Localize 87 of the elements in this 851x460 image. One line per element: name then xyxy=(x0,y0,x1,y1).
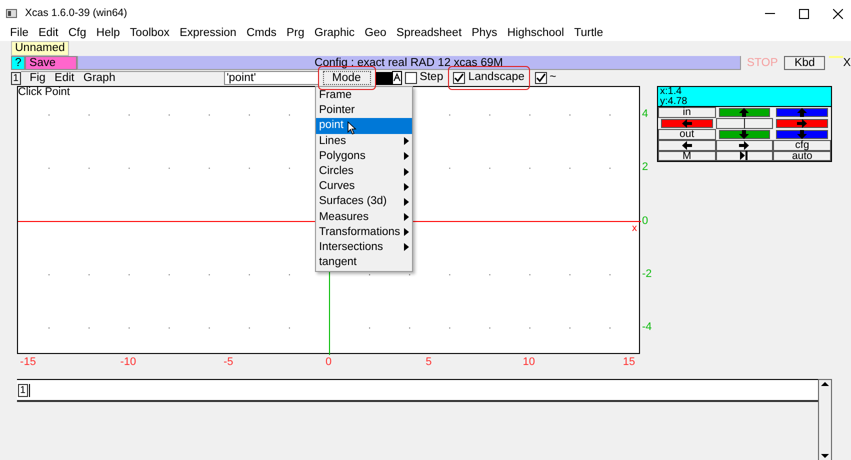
command-input[interactable]: 1 xyxy=(17,380,818,402)
menu-item[interactable]: Curves xyxy=(316,179,412,194)
close-icon[interactable] xyxy=(833,8,843,18)
menu-item[interactable]: Intersections xyxy=(316,240,412,256)
font-icon[interactable] xyxy=(392,71,403,85)
x-tick-label: -15 xyxy=(20,356,36,370)
scroll-up-icon[interactable] xyxy=(819,380,831,388)
arrow-button[interactable] xyxy=(718,108,770,117)
coordinate-text: x:1.4 xyxy=(660,87,683,96)
menu-item[interactable]: Graph xyxy=(74,72,116,86)
axis-label: x xyxy=(632,222,637,234)
menu-item[interactable]: tangent xyxy=(316,255,412,270)
checkbox[interactable] xyxy=(404,72,417,84)
menu-item[interactable]: Cfg xyxy=(63,27,92,41)
x-tick-label: -10 xyxy=(120,356,136,370)
checkbox[interactable] xyxy=(534,72,547,84)
maximize-icon[interactable] xyxy=(799,8,809,18)
down-arrow-icon xyxy=(796,130,808,139)
help-button[interactable]: ? xyxy=(11,56,26,70)
menu-item[interactable]: Highschool xyxy=(502,27,570,41)
control-button[interactable]: cfg xyxy=(773,140,831,150)
menu-item[interactable]: Geo xyxy=(360,27,392,41)
menu-item[interactable]: point xyxy=(316,118,412,134)
scroll-down-icon[interactable] xyxy=(819,452,831,460)
menu-item[interactable]: File xyxy=(5,27,34,41)
control-button[interactable]: auto xyxy=(773,150,831,161)
left-arrow-icon xyxy=(682,119,692,128)
menu-item[interactable]: Toolbox xyxy=(124,27,175,41)
menu-item[interactable]: Phys xyxy=(466,27,502,41)
y-tick-label: 4 xyxy=(642,108,648,122)
left-arrow-icon xyxy=(682,140,692,150)
app-icon xyxy=(6,9,17,18)
x-tick-label: 15 xyxy=(622,356,636,370)
level-number: 1 xyxy=(11,72,21,84)
control-button[interactable]: out xyxy=(658,129,716,140)
y-tick-label: -2 xyxy=(642,268,652,281)
menu-item[interactable]: Transformations xyxy=(316,224,412,240)
control-button[interactable]: in xyxy=(658,107,716,118)
menu-item[interactable]: Surfaces (3d) xyxy=(316,194,412,210)
arrow-button[interactable] xyxy=(658,140,716,150)
y-tick-label: -4 xyxy=(642,321,652,334)
window-title: Xcas 1.6.0-39 (win64) xyxy=(25,7,128,20)
checkbox-label[interactable]: ~ xyxy=(550,71,556,85)
mode-field[interactable]: 'point' xyxy=(224,71,319,85)
menu-item[interactable]: Help xyxy=(91,27,125,41)
menu-item[interactable]: Cmds xyxy=(241,27,282,41)
save-button[interactable]: Save xyxy=(25,56,77,70)
menu-item[interactable]: Polygons xyxy=(316,148,412,164)
checkbox-label[interactable]: Step xyxy=(420,71,444,85)
minimize-icon[interactable] xyxy=(765,12,775,14)
control-button[interactable]: M xyxy=(658,150,716,161)
arrow-button[interactable] xyxy=(716,140,774,150)
command-number: 1 xyxy=(18,384,28,396)
y-tick-label: 0 xyxy=(642,214,648,228)
menu-item[interactable]: Edit xyxy=(34,27,64,41)
menu-item[interactable]: Measures xyxy=(316,210,412,225)
keyboard-button[interactable]: Kbd xyxy=(784,56,826,70)
menu-item[interactable]: Turtle xyxy=(569,27,608,41)
x-tick-label: -5 xyxy=(223,356,234,370)
hint-text: Click Point xyxy=(18,86,70,100)
scrollbar[interactable] xyxy=(818,379,832,460)
menu-item[interactable]: Pointer xyxy=(316,103,412,118)
right-arrow-icon xyxy=(797,119,808,128)
x-tick-label: 0 xyxy=(325,356,332,370)
x-tick-label: 5 xyxy=(426,356,432,370)
menu-item[interactable]: Graphic xyxy=(309,27,360,41)
menu-item[interactable]: Spreadsheet xyxy=(391,27,467,41)
menu-item[interactable]: Fig xyxy=(20,72,46,86)
menu-item[interactable]: Edit xyxy=(46,72,74,86)
menu-item[interactable]: Lines xyxy=(316,134,412,149)
arrow-button[interactable] xyxy=(718,130,770,139)
right-arrow-icon xyxy=(739,140,750,150)
x-tick-label: 10 xyxy=(522,356,535,370)
checkbox[interactable] xyxy=(453,72,466,84)
menu-item[interactable]: Circles xyxy=(316,164,412,180)
mode-button[interactable]: Mode xyxy=(322,71,371,85)
down-arrow-icon xyxy=(738,130,750,139)
control-button[interactable]: | xyxy=(716,118,774,128)
menu-item[interactable]: Prg xyxy=(281,27,310,41)
menu-item[interactable]: Frame xyxy=(316,88,412,104)
menu-item[interactable]: Expression xyxy=(174,27,242,41)
y-tick-label: 2 xyxy=(642,161,648,174)
color-swatch[interactable] xyxy=(374,72,392,84)
coordinate-text: y:4.78 xyxy=(660,96,688,106)
cursor-icon xyxy=(346,121,356,136)
checkbox-label[interactable]: Landscape xyxy=(468,71,525,85)
document-tab[interactable]: Unnamed xyxy=(11,41,69,56)
